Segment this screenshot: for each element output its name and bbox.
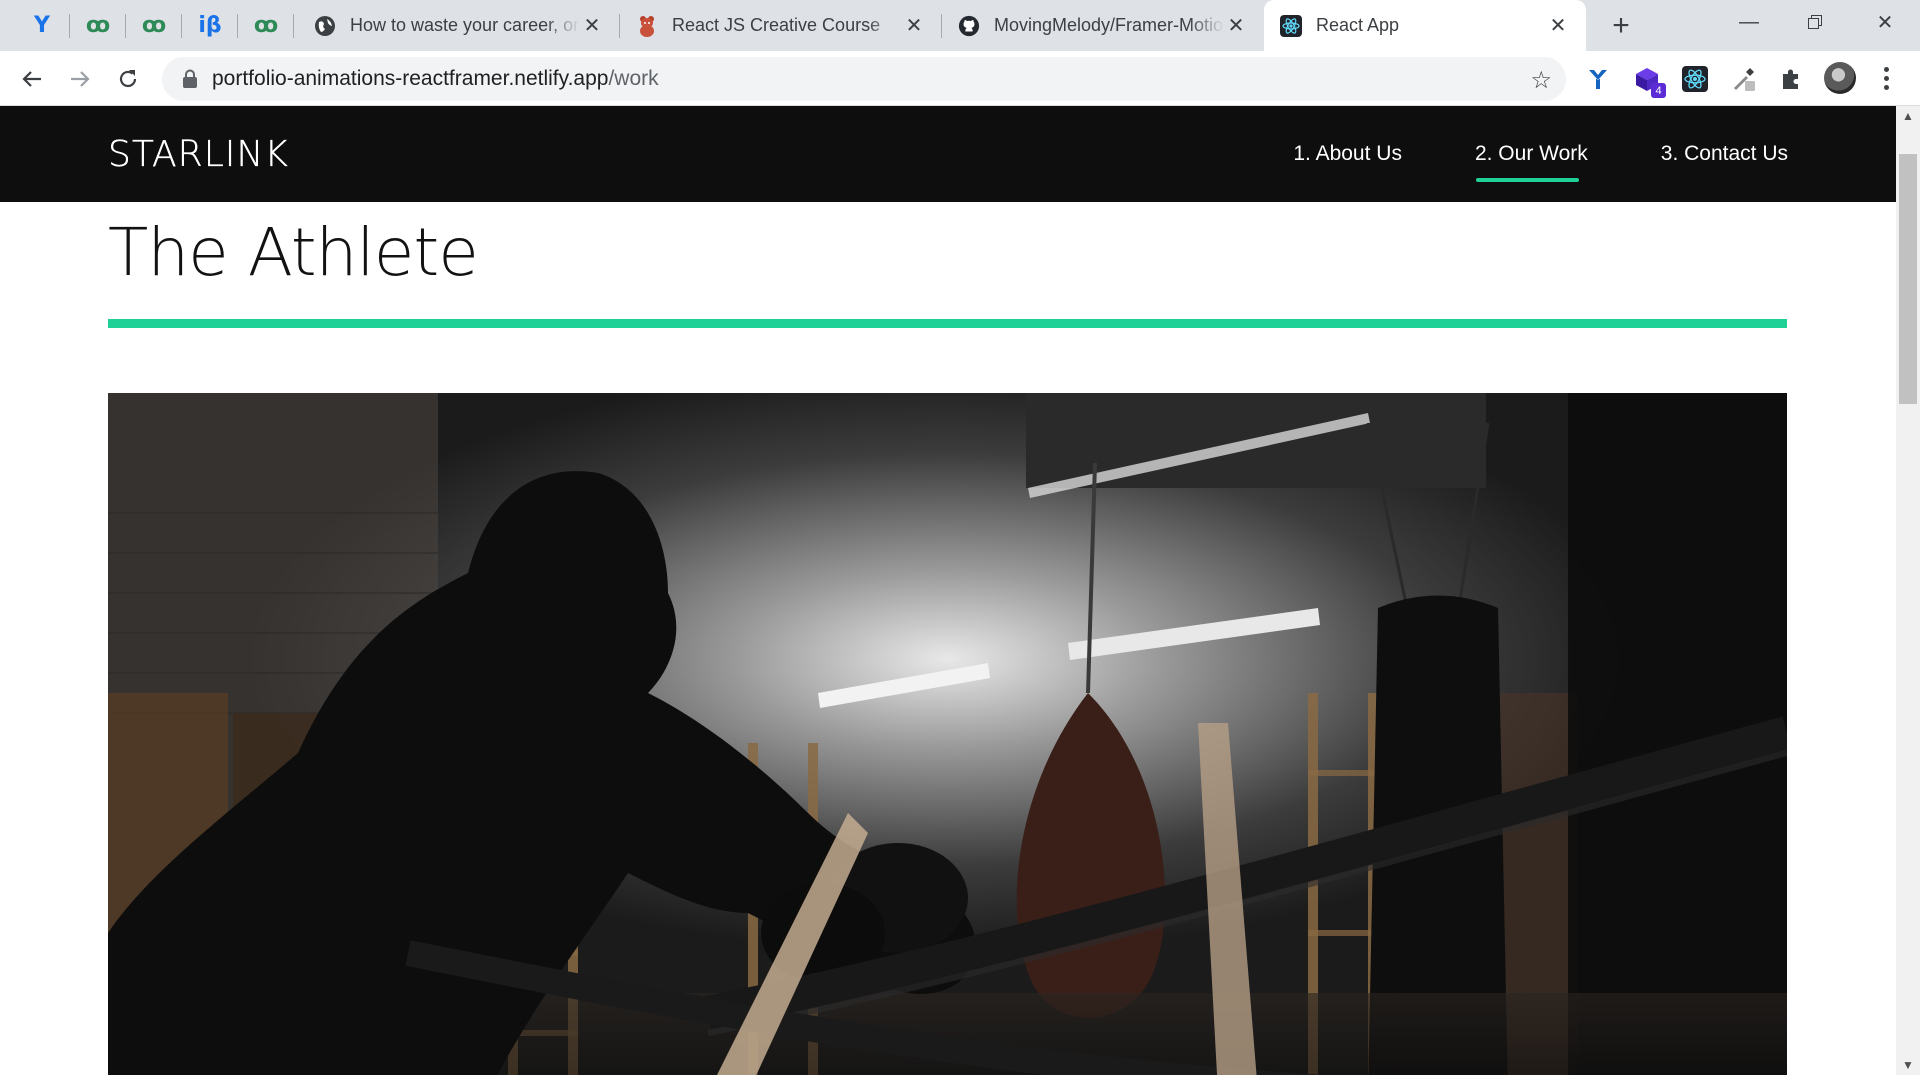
page-viewport: STARLINK 1. About Us 2. Our Work 3. Cont…: [0, 106, 1896, 1075]
browser-tab[interactable]: How to waste your career, one ✕: [298, 0, 620, 51]
browser-menu-button[interactable]: [1874, 60, 1898, 96]
nav-item-contact-us[interactable]: 3. Contact Us: [1661, 142, 1788, 166]
geeksforgeeks-icon: ꝏ: [253, 13, 279, 38]
globe-icon: [314, 15, 336, 37]
close-window-button[interactable]: ✕: [1852, 0, 1918, 44]
close-tab-icon[interactable]: ✕: [580, 13, 604, 37]
puzzle-icon[interactable]: [1776, 64, 1806, 94]
pinned-tab[interactable]: Y: [14, 0, 70, 51]
geeksforgeeks-icon: ꝏ: [141, 13, 167, 38]
scrollbar-thumb[interactable]: [1899, 154, 1917, 404]
close-tab-icon[interactable]: ✕: [902, 13, 926, 37]
forward-button[interactable]: [60, 59, 100, 99]
pinned-tab[interactable]: ꝏ: [238, 0, 294, 51]
scroll-up-arrow-icon[interactable]: ▲: [1896, 106, 1920, 126]
y-brand-icon: Y: [34, 13, 50, 38]
url-host: portfolio-animations-reactframer.netlify…: [212, 67, 609, 90]
back-button[interactable]: [12, 59, 52, 99]
tab-title: How to waste your career, one: [350, 15, 580, 35]
geeksforgeeks-icon: ꝏ: [85, 13, 111, 38]
browser-tab-active[interactable]: React App ✕: [1264, 0, 1586, 51]
gummy-bear-icon: [636, 15, 658, 37]
page-title: The Athlete: [108, 214, 479, 291]
eyedropper-icon[interactable]: [1728, 64, 1758, 94]
page-scrollbar[interactable]: ▲ ▼: [1896, 106, 1920, 1075]
accent-divider: [108, 319, 1787, 328]
lock-icon: [183, 69, 197, 88]
url-text: portfolio-animations-reactframer.netlify…: [212, 67, 659, 91]
react-icon: [1280, 14, 1302, 37]
browser-tab[interactable]: React JS Creative Course ✕: [620, 0, 942, 51]
browser-tab[interactable]: MovingMelody/Framer-Motion ✕: [942, 0, 1264, 51]
reload-icon: [119, 70, 137, 88]
reload-button[interactable]: [108, 59, 148, 99]
address-bar[interactable]: portfolio-animations-reactframer.netlify…: [162, 57, 1566, 101]
site-logo[interactable]: STARLINK: [108, 134, 289, 175]
url-path: /work: [608, 67, 659, 90]
browser-toolbar: portfolio-animations-reactframer.netlify…: [0, 51, 1920, 106]
hero-image-boxer: [108, 393, 1787, 1075]
bookmark-star-icon[interactable]: ☆: [1530, 66, 1552, 95]
nav-item-our-work[interactable]: 2. Our Work: [1475, 142, 1588, 182]
arrow-left-icon: [22, 71, 41, 87]
pinned-tab[interactable]: iβ: [182, 0, 238, 51]
minimize-window-button[interactable]: —: [1716, 0, 1782, 44]
pinned-tab[interactable]: ꝏ: [70, 0, 126, 51]
tab-title: MovingMelody/Framer-Motion: [994, 15, 1224, 35]
new-tab-button[interactable]: +: [1603, 8, 1639, 44]
extension-badge: 4: [1651, 83, 1666, 98]
nav-item-about-us[interactable]: 1. About Us: [1293, 142, 1402, 166]
close-tab-icon[interactable]: ✕: [1224, 13, 1248, 37]
close-tab-icon[interactable]: ✕: [1546, 13, 1570, 37]
y-brand-icon[interactable]: [1583, 64, 1613, 94]
restore-icon: [1808, 15, 1822, 29]
github-icon: [958, 15, 980, 37]
scroll-down-arrow-icon[interactable]: ▼: [1896, 1055, 1920, 1075]
site-header: STARLINK 1. About Us 2. Our Work 3. Cont…: [0, 106, 1896, 202]
tab-title: React JS Creative Course: [672, 15, 881, 35]
restore-window-button[interactable]: [1782, 0, 1848, 44]
site-nav: 1. About Us 2. Our Work 3. Contact Us: [1220, 142, 1788, 182]
interviewbit-icon: iβ: [198, 13, 222, 38]
react-devtools-icon[interactable]: [1680, 64, 1710, 94]
tab-title: React App: [1316, 15, 1400, 35]
browser-tab-strip: Y ꝏ ꝏ iβ ꝏ How to waste your career, one…: [0, 0, 1920, 51]
pinned-tab[interactable]: ꝏ: [126, 0, 182, 51]
arrow-right-icon: [71, 71, 90, 87]
cube-extension-icon[interactable]: 4: [1632, 64, 1666, 98]
profile-avatar[interactable]: [1824, 62, 1856, 94]
